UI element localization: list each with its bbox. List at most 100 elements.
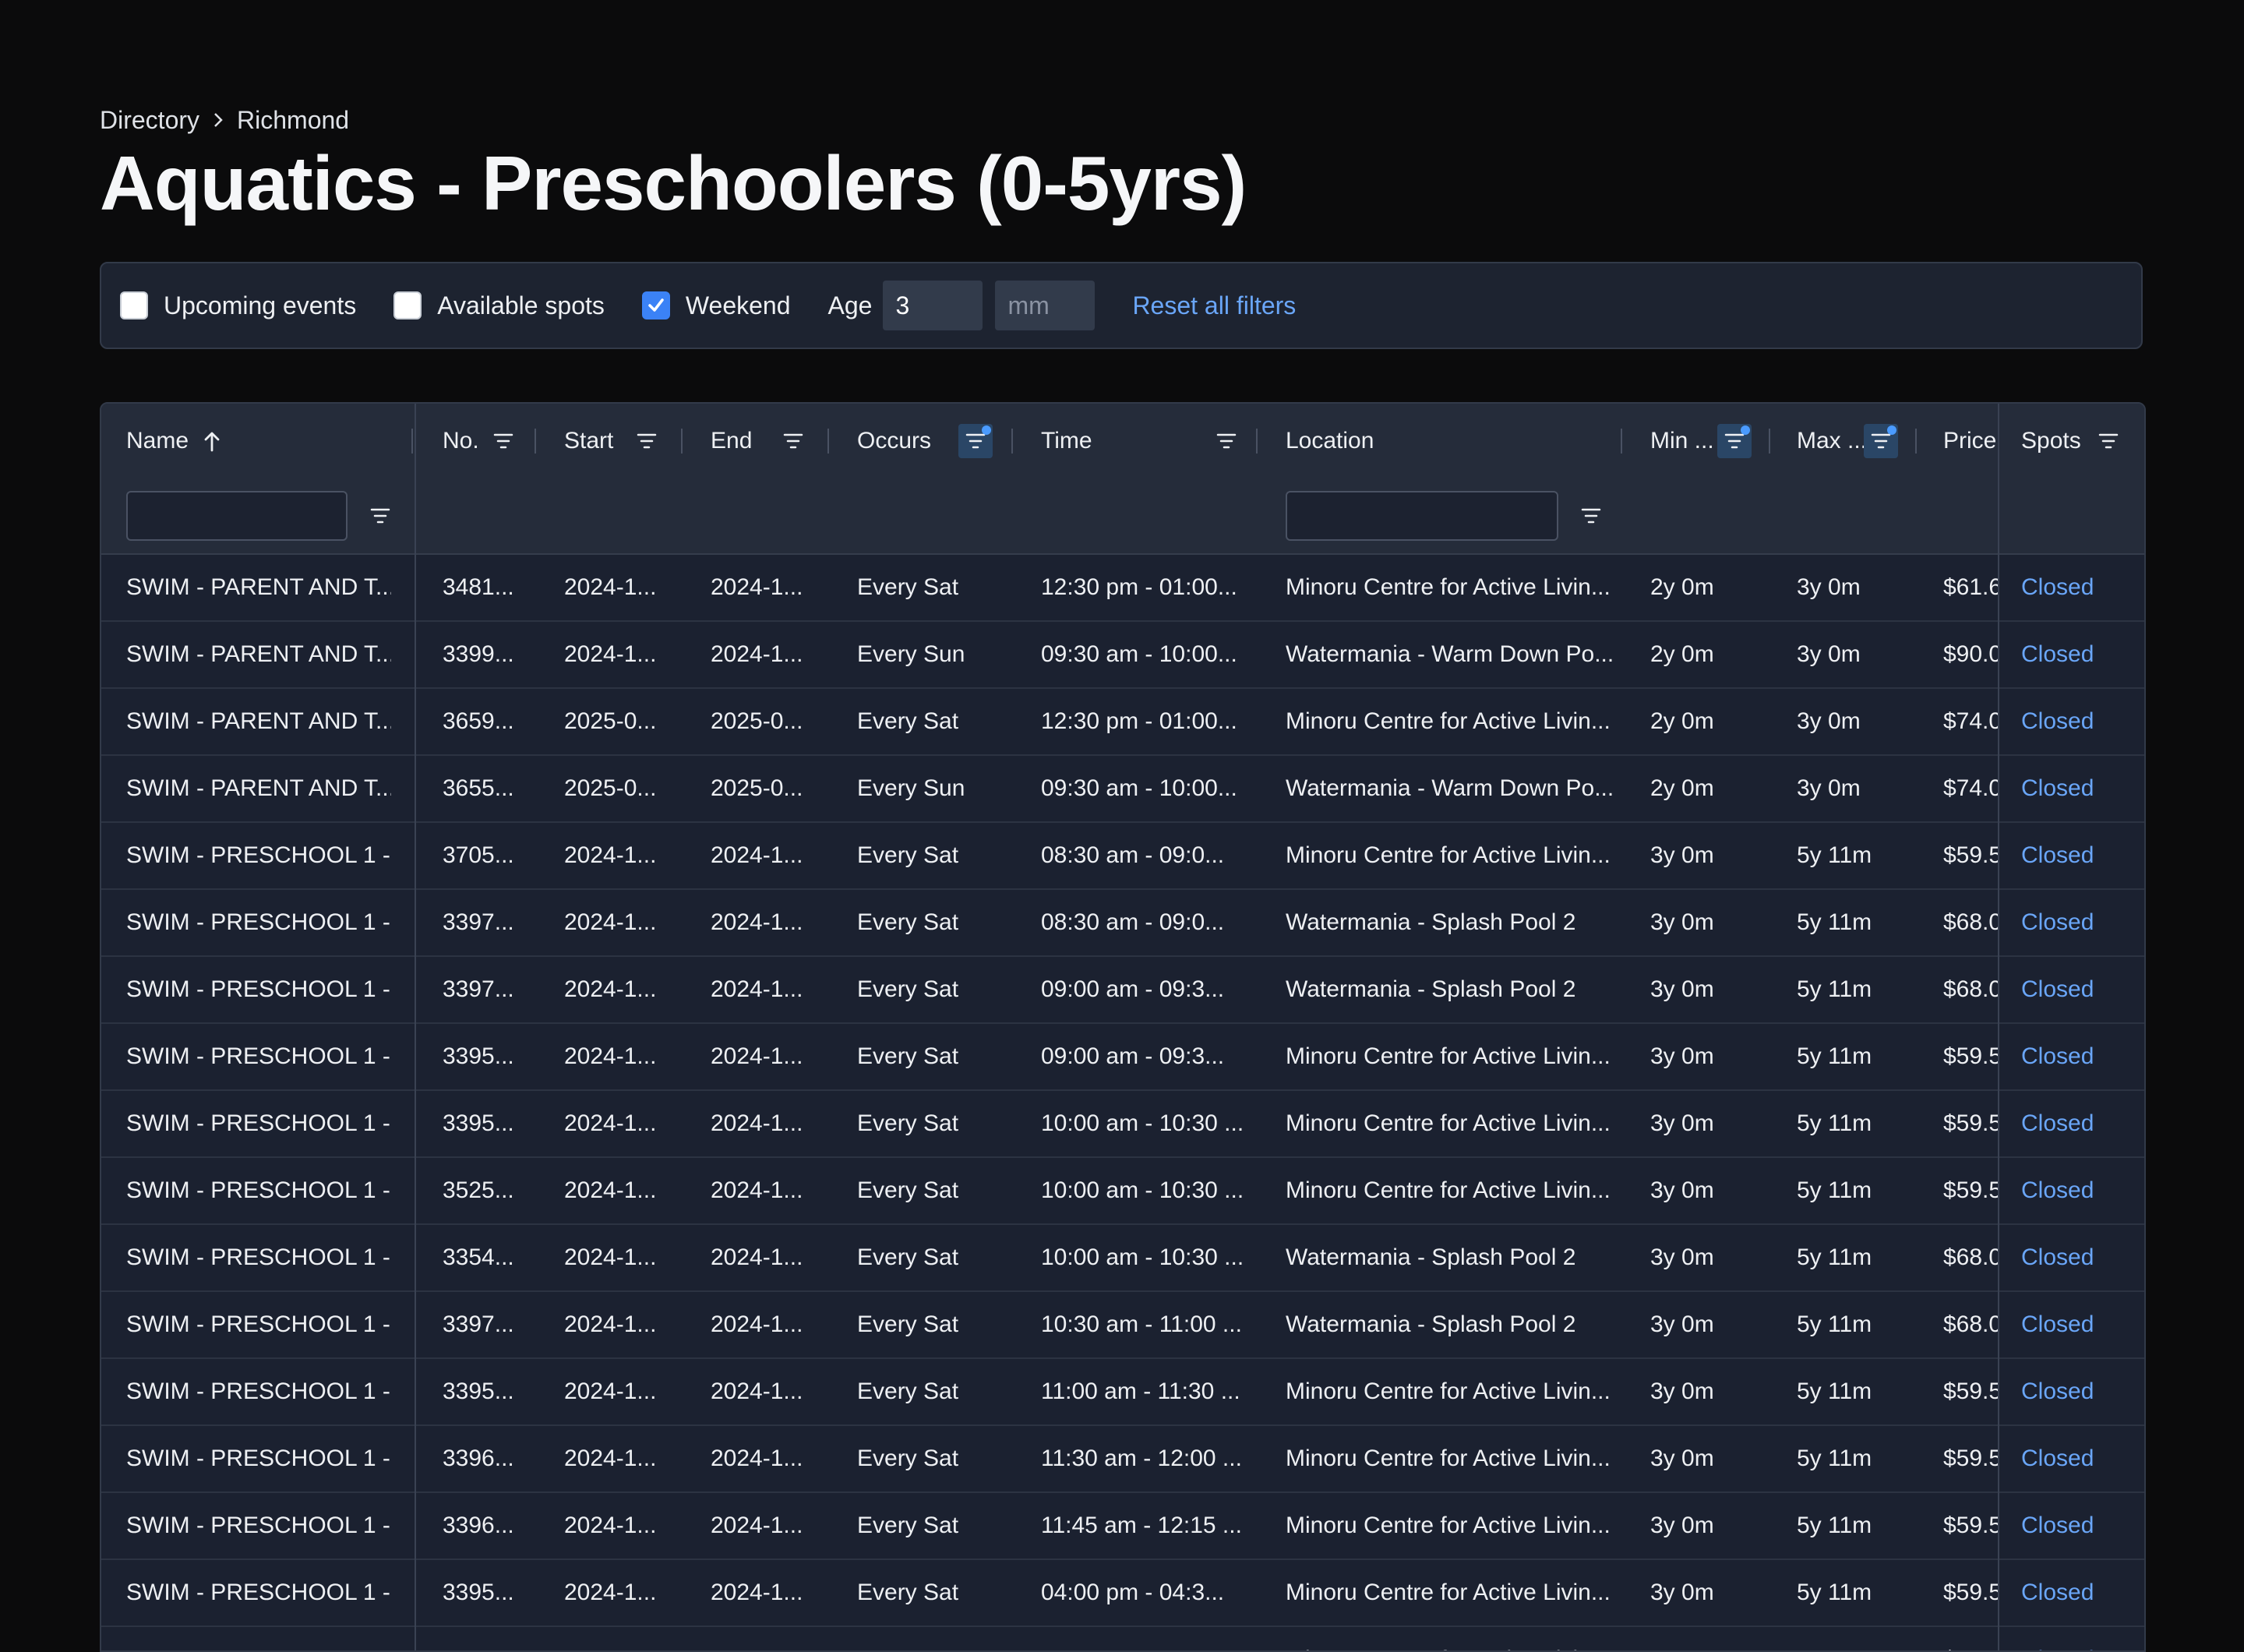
cell-time: 09:00 am - 09:3...	[1041, 976, 1225, 1002]
filter-icon[interactable]	[630, 424, 664, 458]
cell-max: 3y 0m	[1797, 641, 1861, 667]
available-spots-checkbox[interactable]: Available spots	[393, 291, 605, 320]
filter-icon[interactable]	[1574, 499, 1608, 533]
cell-spots[interactable]: Closed	[2021, 1091, 2107, 1156]
breadcrumb-directory[interactable]: Directory	[100, 106, 199, 135]
cell-spots[interactable]: Closed	[2021, 756, 2107, 821]
name-filter-input[interactable]	[126, 491, 348, 541]
filter-icon[interactable]	[1717, 424, 1752, 458]
cell-occurs: Every Sat	[857, 842, 959, 868]
cell-end: 2024-1...	[711, 1513, 803, 1538]
column-header-price[interactable]: Price	[1943, 404, 1996, 478]
column-header-end[interactable]: End	[711, 404, 752, 478]
cell-name: SWIM - PRESCHOOL 1 -...	[126, 1580, 391, 1605]
cell-max: 5y 11m	[1797, 1311, 1872, 1337]
cell-spots[interactable]: Closed	[2021, 622, 2107, 687]
filter-icon[interactable]	[776, 424, 810, 458]
column-header-min[interactable]: Min ...	[1650, 404, 1714, 478]
cell-time: 12:30 pm - 01:00...	[1041, 708, 1237, 734]
table-row[interactable]: SWIM - PRESCHOOL 1 -... 3396... 2024-1... 2…	[101, 1426, 2144, 1493]
table-row[interactable]: SWIM - PARENT AND T... 3655... 2025-0... 20…	[101, 756, 2144, 823]
cell-max: 3y 0m	[1797, 708, 1861, 734]
column-resize-handle[interactable]	[681, 429, 683, 454]
cell-time: 10:00 am - 10:30 ...	[1041, 1244, 1244, 1270]
table-row[interactable]: SWIM - PRESCHOOL 1 -... 3395... 2024-1... 2…	[101, 1359, 2144, 1426]
cell-spots[interactable]: Closed	[2021, 1024, 2107, 1089]
age-years-input[interactable]	[883, 281, 983, 330]
cell-location: Watermania - Splash Pool 2	[1286, 976, 1576, 1002]
cell-spots[interactable]: Closed	[2021, 823, 2107, 888]
cell-spots[interactable]: Closed	[2021, 1627, 2107, 1650]
table-row[interactable]: SWIM - PRESCHOOL 1 -... 3397... 2024-1... 2…	[101, 1292, 2144, 1359]
filter-icon[interactable]	[1864, 424, 1898, 458]
cell-name: SWIM - PARENT AND T...	[126, 775, 391, 801]
column-resize-handle[interactable]	[1256, 429, 1258, 454]
breadcrumb: Directory Richmond	[100, 100, 2144, 140]
column-header-spots[interactable]: Spots	[2021, 404, 2081, 478]
column-header-occurs[interactable]: Occurs	[857, 404, 931, 478]
column-resize-handle[interactable]	[1915, 429, 1917, 454]
filter-icon[interactable]	[2091, 424, 2126, 458]
location-filter-input[interactable]	[1286, 491, 1558, 541]
cell-spots[interactable]: Closed	[2021, 1560, 2107, 1626]
cell-spots[interactable]: Closed	[2021, 555, 2107, 620]
table-row[interactable]: SWIM - PRESCHOOL 1 -... 3395... 2024-1... 2…	[101, 1091, 2144, 1158]
column-header-location[interactable]: Location	[1286, 404, 1374, 478]
cell-name: SWIM - PRESCHOOL 1 -...	[126, 1627, 391, 1650]
cell-location: Minoru Centre for Active Livin...	[1286, 708, 1611, 734]
reset-filters-link[interactable]: Reset all filters	[1132, 291, 1296, 320]
cell-spots[interactable]: Closed	[2021, 1292, 2107, 1357]
column-resize-handle[interactable]	[1769, 429, 1770, 454]
table-row[interactable]: SWIM - PRESCHOOL 1 -... 3525... 2024-1... 2…	[101, 1158, 2144, 1225]
cell-time: 12:30 pm - 01:00...	[1041, 574, 1237, 600]
table-row[interactable]: SWIM - PRESCHOOL 1 -... 3397... 2024-1... 2…	[101, 890, 2144, 957]
cell-spots[interactable]: Closed	[2021, 1493, 2107, 1558]
cell-spots[interactable]: Closed	[2021, 1158, 2107, 1223]
checkbox-box[interactable]	[120, 291, 148, 319]
cell-spots[interactable]: Closed	[2021, 1426, 2107, 1491]
arrow-up-icon[interactable]	[203, 430, 221, 452]
cell-min: 3y 0m	[1650, 1580, 1714, 1605]
column-header-max[interactable]: Max ...	[1797, 404, 1867, 478]
column-resize-handle[interactable]	[411, 429, 413, 454]
table-row[interactable]: SWIM - PARENT AND T... 3481... 2024-1... 20…	[101, 555, 2144, 622]
filter-icon[interactable]	[958, 424, 993, 458]
age-months-input[interactable]	[995, 281, 1096, 330]
table-row[interactable]: SWIM - PRESCHOOL 1 -... 3396... 2024-1... 2…	[101, 1627, 2144, 1650]
cell-name: SWIM - PRESCHOOL 1 -...	[126, 1110, 391, 1136]
cell-no: 3481...	[443, 574, 514, 600]
table-row[interactable]: SWIM - PARENT AND T... 3659... 2025-0... 20…	[101, 689, 2144, 756]
column-resize-handle[interactable]	[535, 429, 536, 454]
column-resize-handle[interactable]	[1621, 429, 1622, 454]
column-resize-handle[interactable]	[827, 429, 829, 454]
filter-icon[interactable]	[486, 424, 520, 458]
table-row[interactable]: SWIM - PRESCHOOL 1 -... 3354... 2024-1... 2…	[101, 1225, 2144, 1292]
table-row[interactable]: SWIM - PARENT AND T... 3399... 2024-1... 20…	[101, 622, 2144, 689]
table-row[interactable]: SWIM - PRESCHOOL 1 -... 3395... 2024-1... 2…	[101, 1560, 2144, 1627]
cell-end: 2024-1...	[711, 641, 803, 667]
table-row[interactable]: SWIM - PRESCHOOL 1 -... 3705... 2024-1... 2…	[101, 823, 2144, 890]
upcoming-events-checkbox[interactable]: Upcoming events	[120, 291, 356, 320]
column-resize-handle[interactable]	[1011, 429, 1013, 454]
table-row[interactable]: SWIM - PRESCHOOL 1 -... 3397... 2024-1... 2…	[101, 957, 2144, 1024]
checkbox-box[interactable]	[641, 291, 670, 319]
column-header-time[interactable]: Time	[1041, 404, 1092, 478]
table-row[interactable]: SWIM - PRESCHOOL 1 -... 3395... 2024-1... 2…	[101, 1024, 2144, 1091]
cell-spots[interactable]: Closed	[2021, 1225, 2107, 1290]
column-header-start[interactable]: Start	[564, 404, 613, 478]
breadcrumb-richmond[interactable]: Richmond	[237, 106, 349, 135]
filter-icon[interactable]	[1209, 424, 1244, 458]
column-header-name[interactable]: Name	[126, 404, 221, 478]
filter-icon[interactable]	[363, 499, 397, 533]
cell-spots[interactable]: Closed	[2021, 890, 2107, 955]
cell-spots[interactable]: Closed	[2021, 689, 2107, 754]
cell-occurs: Every Sat	[857, 1580, 959, 1605]
cell-spots[interactable]: Closed	[2021, 957, 2107, 1022]
column-header-no[interactable]: No.	[443, 404, 479, 478]
cell-location: Minoru Centre for Active Livin...	[1286, 1043, 1611, 1069]
cell-max: 5y 11m	[1797, 1110, 1872, 1136]
table-row[interactable]: SWIM - PRESCHOOL 1 -... 3396... 2024-1... 2…	[101, 1493, 2144, 1560]
checkbox-box[interactable]	[393, 291, 422, 319]
cell-spots[interactable]: Closed	[2021, 1359, 2107, 1424]
weekend-checkbox[interactable]: Weekend	[641, 291, 791, 320]
